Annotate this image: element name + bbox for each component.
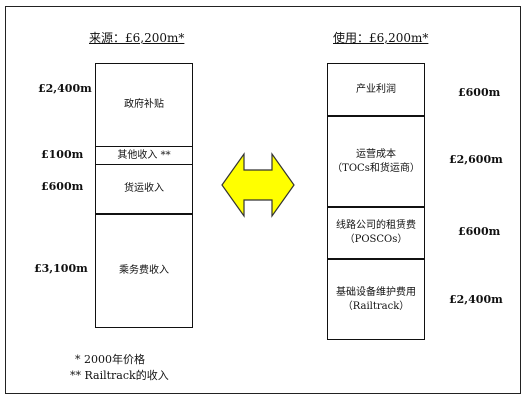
- use-amount-operating-cost: £2,600m: [449, 153, 503, 166]
- use-segment-label: 线路公司的租赁费: [336, 220, 416, 231]
- source-title: 来源：£6,200m*: [89, 31, 185, 45]
- source-segment-label: 乘务费收入: [119, 265, 169, 276]
- source-segment-label: 货运收入: [124, 183, 164, 194]
- use-segment-leasing: 线路公司的租赁费 （POSCOs）: [328, 208, 424, 260]
- use-segment-sublabel: （Railtrack）: [342, 300, 410, 312]
- source-segment-freight: 货运收入: [96, 165, 192, 215]
- source-segment-subsidy: 政府补贴: [96, 64, 192, 147]
- use-segment-label: 基础设备维护费用: [336, 286, 416, 298]
- source-segment-label: 其他收入 **: [117, 149, 171, 161]
- source-amount-fares: £3,100m: [34, 262, 88, 275]
- use-segment-infrastructure: 基础设备维护费用 （Railtrack）: [328, 260, 424, 339]
- use-amount-infrastructure: £2,400m: [449, 293, 503, 306]
- footnote-price-year: * 2000年价格: [75, 353, 145, 366]
- use-segment-label: 运营成本: [356, 148, 396, 160]
- source-segment-other-income: 其他收入 **: [96, 147, 192, 165]
- double-arrow-icon: [221, 152, 295, 218]
- source-segment-label: 政府补贴: [124, 99, 164, 110]
- source-amount-subsidy: £2,400m: [38, 82, 92, 95]
- use-column: 产业利润 运营成本 （TOCs和货运商） 线路公司的租赁费 （POSCOs） 基…: [327, 63, 425, 340]
- use-segment-profit: 产业利润: [328, 64, 424, 117]
- use-segment-sublabel: （POSCOs）: [344, 234, 408, 245]
- use-segment-label: 产业利润: [356, 83, 396, 95]
- use-segment-operating-cost: 运营成本 （TOCs和货运商）: [328, 117, 424, 208]
- use-amount-profit: £600m: [458, 86, 501, 99]
- use-title: 使用：£6,200m*: [333, 31, 429, 45]
- footnote-railtrack: ** Railtrack的收入: [70, 369, 169, 382]
- source-amount-other-income: £100m: [41, 148, 84, 161]
- source-column: 政府补贴 其他收入 ** 货运收入 乘务费收入: [95, 63, 193, 328]
- use-amount-leasing: £600m: [458, 225, 501, 238]
- source-amount-freight: £600m: [41, 180, 84, 193]
- use-segment-sublabel: （TOCs和货运商）: [332, 162, 420, 174]
- source-segment-fares: 乘务费收入: [96, 215, 192, 327]
